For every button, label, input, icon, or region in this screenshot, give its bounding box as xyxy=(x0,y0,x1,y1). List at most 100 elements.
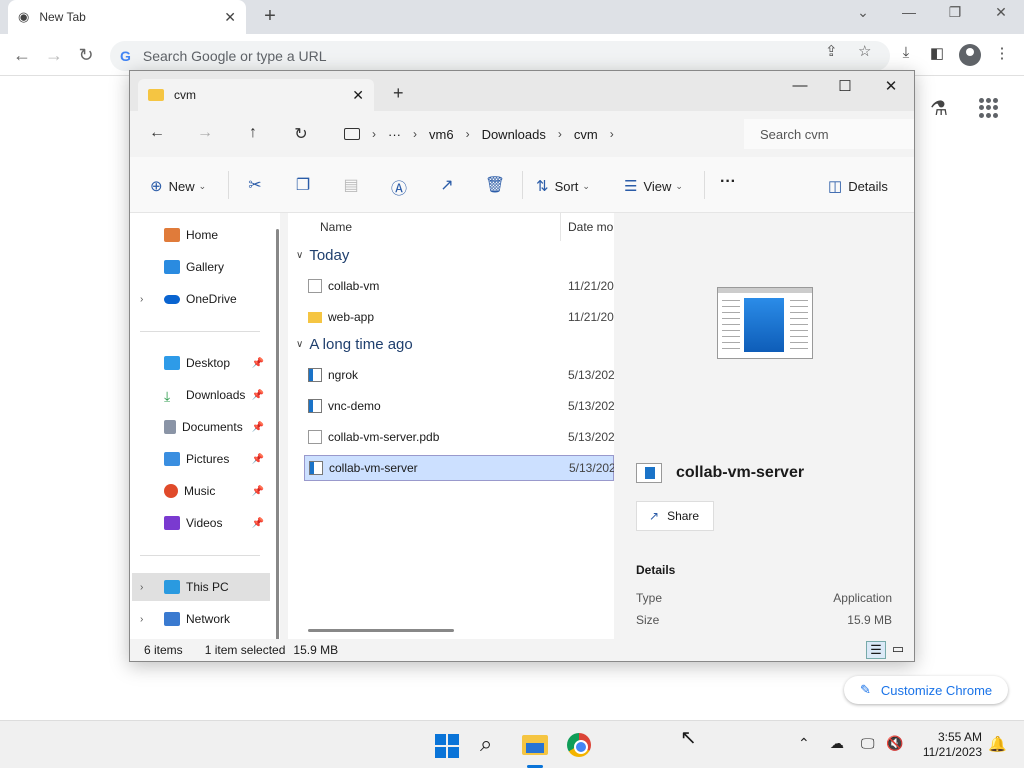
sidebar-item-pictures[interactable]: Pictures 📌 xyxy=(140,445,270,473)
chevron-down-icon: ∨ xyxy=(296,250,304,261)
details-pane-icon: ◫ xyxy=(828,178,843,195)
back-icon[interactable]: ← xyxy=(146,124,168,142)
back-icon[interactable]: ← xyxy=(10,44,34,66)
group-header-today[interactable]: ∨ Today xyxy=(296,247,349,264)
column-divider[interactable] xyxy=(560,213,561,241)
download-icon[interactable]: ⤓ xyxy=(895,44,917,66)
sidebar-item-network[interactable]: › Network xyxy=(140,605,270,633)
column-header-name[interactable]: Name xyxy=(320,213,352,241)
tiles-view-icon[interactable]: ▭ xyxy=(888,641,908,659)
details-view-icon[interactable]: ☰ xyxy=(866,641,886,659)
forward-icon[interactable]: → xyxy=(42,44,66,66)
detail-type: Type Application xyxy=(636,591,892,605)
list-item[interactable]: web-app 11/21/20 xyxy=(304,304,614,330)
profile-avatar[interactable] xyxy=(959,44,981,66)
breadcrumb-vm6[interactable]: vm6 xyxy=(429,127,454,142)
bookmark-star-icon[interactable]: ☆ xyxy=(858,42,871,60)
restore-button[interactable]: ❐ xyxy=(940,4,970,21)
sidebar-item-desktop[interactable]: Desktop 📌 xyxy=(140,349,270,377)
sidebar-item-this-pc[interactable]: › This PC xyxy=(132,573,270,601)
share-icon[interactable]: ↗ xyxy=(436,175,458,195)
forward-icon[interactable]: → xyxy=(194,124,216,142)
list-item-selected[interactable]: collab-vm-server 5/13/202 xyxy=(304,455,616,481)
search-input[interactable]: Search cvm xyxy=(744,119,914,149)
tab-search-icon[interactable]: ⌄ xyxy=(848,4,878,21)
group-header-older[interactable]: ∨ A long time ago xyxy=(296,336,413,353)
list-item[interactable]: vnc-demo 5/13/202 xyxy=(304,393,615,419)
close-tab-icon[interactable]: ✕ xyxy=(224,9,236,26)
details-button[interactable]: ◫ Details xyxy=(828,177,888,195)
rename-icon[interactable]: Ⓐ xyxy=(388,175,410,199)
sidebar-item-label: This PC xyxy=(186,580,229,594)
system-clock[interactable]: 3:55 AM 11/21/2023 xyxy=(912,730,982,760)
delete-icon[interactable]: 🗑 xyxy=(484,175,506,195)
address-bar[interactable]: › ··· › vm6 › Downloads › cvm › xyxy=(334,119,734,149)
more-crumbs-icon[interactable]: ··· xyxy=(388,127,401,142)
side-panel-icon[interactable]: ◧ xyxy=(926,44,948,66)
paste-icon[interactable]: ▤ xyxy=(340,175,362,195)
cut-icon[interactable]: ✂ xyxy=(244,175,266,195)
sidebar-item-music[interactable]: Music 📌 xyxy=(140,477,270,505)
column-header-date[interactable]: Date mo xyxy=(568,213,613,241)
google-apps-icon[interactable] xyxy=(979,98,999,118)
document-icon xyxy=(164,420,176,434)
volume-muted-icon[interactable]: 🔇 xyxy=(886,735,903,752)
sidebar-item-onedrive[interactable]: › OneDrive xyxy=(140,285,270,313)
sidebar-scrollbar[interactable] xyxy=(276,229,279,649)
onedrive-icon[interactable]: ☁ xyxy=(830,735,844,752)
sidebar-item-label: Music xyxy=(184,484,216,498)
reload-icon[interactable]: ↻ xyxy=(74,44,98,66)
chevron-up-icon[interactable]: ⌃ xyxy=(798,735,810,752)
explorer-tab[interactable]: cvm ✕ xyxy=(138,79,374,111)
chevron-right-icon[interactable]: › xyxy=(140,294,156,305)
network-icon[interactable]: 🖵 xyxy=(861,735,875,752)
pc-icon xyxy=(164,580,180,594)
list-item[interactable]: ngrok 5/13/202 xyxy=(304,362,615,388)
more-options-icon[interactable]: ··· xyxy=(720,173,736,191)
horizontal-scrollbar[interactable] xyxy=(308,629,454,632)
omnibox[interactable]: G Search Google or type a URL xyxy=(110,41,890,71)
sidebar-item-downloads[interactable]: ⤓ Downloads 📌 xyxy=(140,381,270,409)
chrome-taskbar-icon[interactable] xyxy=(567,733,591,757)
share-page-icon[interactable]: ⇪ xyxy=(825,42,838,60)
sort-button[interactable]: ⇅ Sort ⌄ xyxy=(536,177,590,195)
chevron-right-icon[interactable]: › xyxy=(140,614,156,625)
breadcrumb-cvm[interactable]: cvm xyxy=(574,127,598,142)
view-button[interactable]: ☰ View ⌄ xyxy=(624,177,683,195)
refresh-icon[interactable]: ↻ xyxy=(290,124,312,144)
start-button[interactable] xyxy=(435,734,459,758)
new-tab-button[interactable]: + xyxy=(393,83,404,104)
notification-bell-icon[interactable]: 🔔 xyxy=(988,735,1007,753)
file-date: 5/13/202 xyxy=(569,461,616,475)
share-label: Share xyxy=(667,509,700,523)
list-item[interactable]: collab-vm-server.pdb 5/13/202 xyxy=(304,424,615,450)
preview-file-name: collab-vm-server xyxy=(636,463,804,483)
chevron-right-icon[interactable]: › xyxy=(140,582,156,593)
new-tab-button[interactable]: + xyxy=(258,5,282,29)
sidebar-item-home[interactable]: Home xyxy=(140,221,270,249)
file-name: web-app xyxy=(328,310,375,324)
search-icon[interactable]: ⌕ xyxy=(480,731,492,757)
close-window-button[interactable]: ✕ xyxy=(986,4,1016,21)
minimize-button[interactable]: — xyxy=(894,4,924,20)
application-preview-icon xyxy=(717,287,813,359)
maximize-button[interactable]: ☐ xyxy=(830,77,860,95)
labs-flask-icon[interactable]: ⚗ xyxy=(930,96,948,121)
menu-kebab-icon[interactable]: ⋮ xyxy=(991,44,1013,66)
minimize-button[interactable]: — xyxy=(785,77,815,94)
share-button[interactable]: ↗ Share xyxy=(636,501,714,531)
close-tab-icon[interactable]: ✕ xyxy=(352,87,364,104)
up-icon[interactable]: ↑ xyxy=(242,124,264,142)
sidebar-item-videos[interactable]: Videos 📌 xyxy=(140,509,270,537)
sidebar-item-documents[interactable]: Documents 📌 xyxy=(140,413,270,441)
copy-icon[interactable]: ❐ xyxy=(292,175,314,195)
new-button[interactable]: ⊕ New ⌄ xyxy=(150,177,206,195)
sidebar-item-gallery[interactable]: Gallery xyxy=(140,253,270,281)
close-window-button[interactable]: ✕ xyxy=(876,77,906,95)
customize-chrome-button[interactable]: ✎ Customize Chrome xyxy=(844,676,1008,704)
file-explorer-taskbar-icon[interactable] xyxy=(522,735,548,755)
chrome-tab[interactable]: ◉ New Tab ✕ xyxy=(8,0,246,34)
breadcrumb-downloads[interactable]: Downloads xyxy=(482,127,546,142)
list-item[interactable]: collab-vm 11/21/20 xyxy=(304,273,614,299)
omnibox-placeholder: Search Google or type a URL xyxy=(142,48,327,64)
